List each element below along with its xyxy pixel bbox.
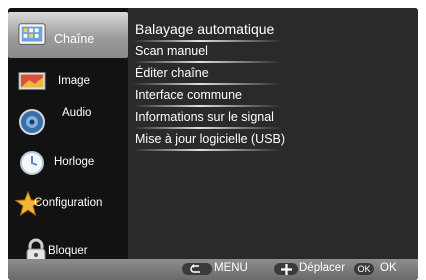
menu-item-mise-a-jour-usb[interactable]: Mise à jour logicielle (USB) [135,132,285,146]
tv-channel-icon [18,22,46,48]
clock-icon [18,150,46,176]
sidebar-item-label: Configuration [34,197,103,209]
sidebar-item-label: Horloge [54,156,95,168]
ok-hint-label: OK [380,262,397,274]
menu-item-interface-commune[interactable]: Interface commune [135,88,242,102]
sidebar-item-horloge[interactable]: Horloge [8,142,128,183]
sidebar-item-audio[interactable]: Audio [8,101,128,142]
footer-help-bar: MENU Déplacer OK OK [8,259,418,280]
picture-icon [18,68,46,94]
tv-menu-window: Chaîne Image Audio Horloge Configuration… [8,8,418,280]
sidebar-item-image[interactable]: Image [8,60,128,101]
sidebar-item-label: Audio [62,107,92,119]
sidebar: Chaîne Image Audio Horloge Configuration… [8,8,128,263]
menu-item-scan-manuel[interactable]: Scan manuel [135,44,208,58]
menu-item-balayage-automatique[interactable]: Balayage automatique [135,21,274,37]
sidebar-item-configuration[interactable]: Configuration [8,183,128,224]
divider [132,83,282,85]
divider [132,149,282,151]
move-key-icon [274,263,298,275]
ok-key-icon: OK [354,263,374,275]
sidebar-item-label: Image [58,75,90,87]
speaker-icon [18,108,46,135]
divider [132,105,282,107]
sidebar-item-label: Chaîne [54,32,95,46]
move-hint-label: Déplacer [299,262,346,274]
menu-item-informations-signal[interactable]: Informations sur le signal [135,110,274,124]
sidebar-item-chaine[interactable]: Chaîne [8,12,128,58]
channel-submenu: Balayage automatique Scan manuel Éditer … [128,8,418,259]
menu-hint-label: MENU [214,262,248,274]
return-key-icon [182,263,212,275]
divider [132,40,282,42]
divider [132,61,282,63]
sidebar-item-label: Bloquer [48,245,88,257]
menu-item-editer-chaine[interactable]: Éditer chaîne [135,66,209,80]
divider [132,127,282,129]
